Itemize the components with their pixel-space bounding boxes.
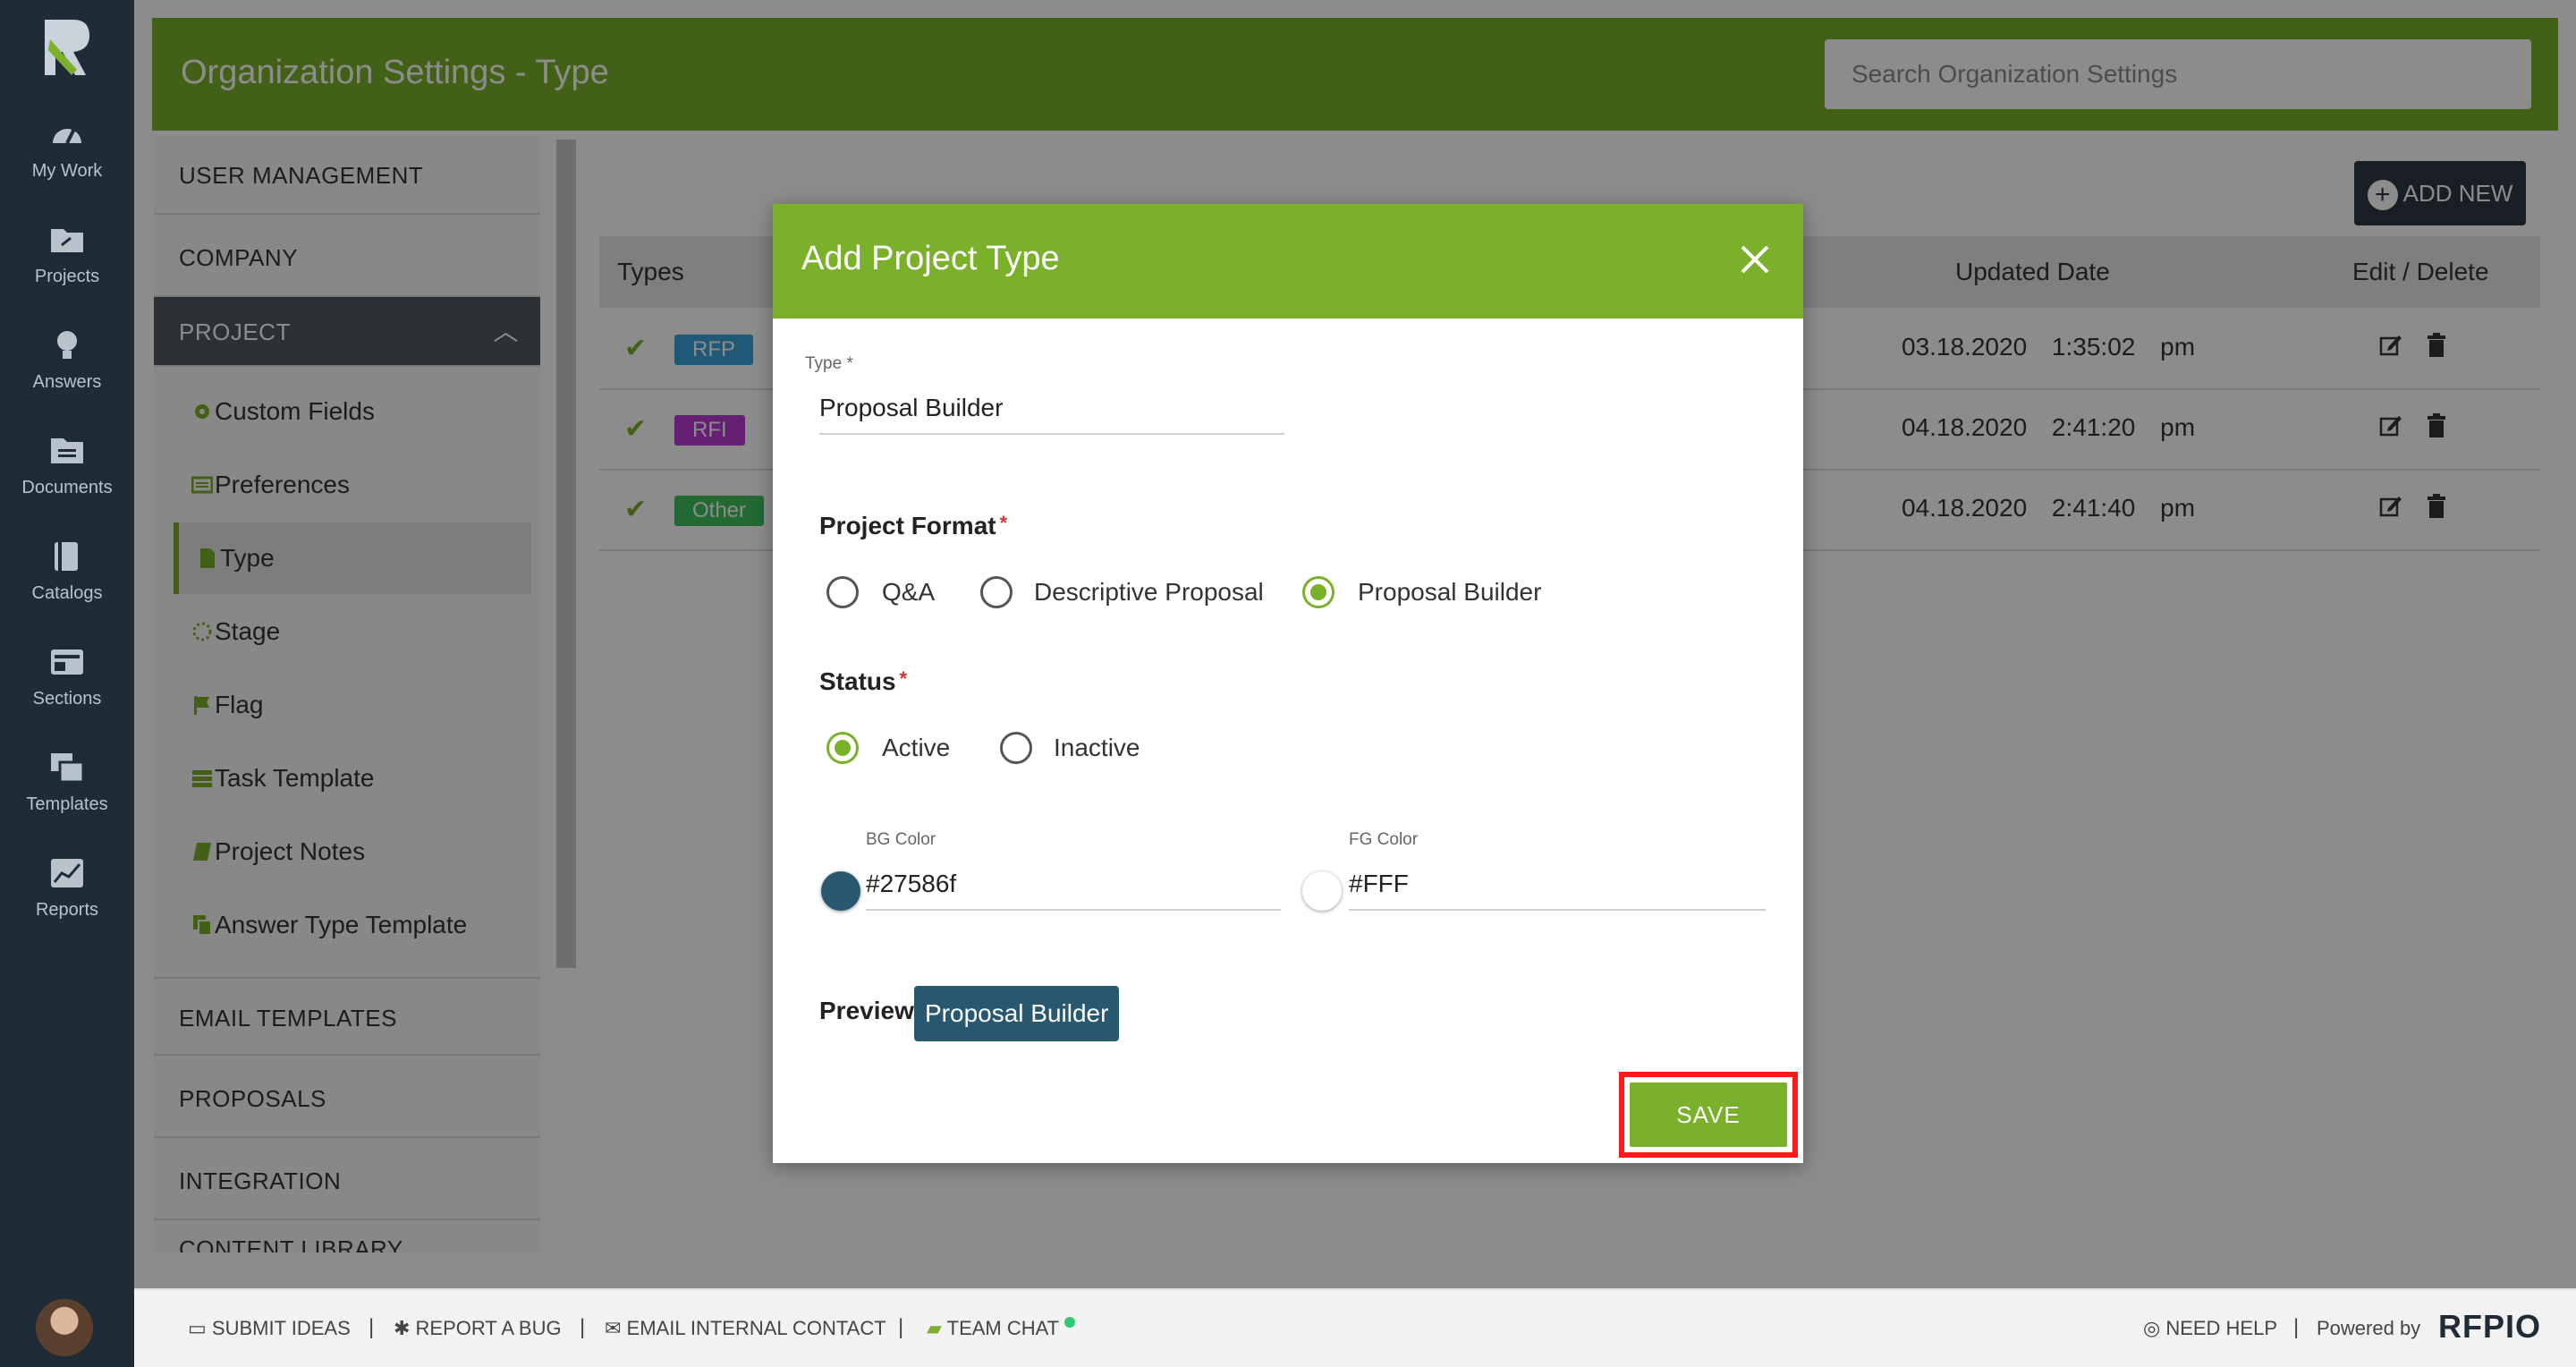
status-active-label[interactable]: Active [882, 734, 950, 762]
bug-icon: ✱ [394, 1317, 416, 1339]
email-contact-link[interactable]: ✉ EMAIL INTERNAL CONTACT [605, 1317, 886, 1340]
sections-icon [51, 650, 83, 675]
dialog-title: Add Project Type [801, 240, 1060, 277]
format-proposal-builder-label[interactable]: Proposal Builder [1358, 578, 1541, 607]
bg-color-input[interactable]: #27586f [866, 870, 956, 898]
nav-label: My Work [31, 161, 103, 181]
lifebuoy-icon: ◎ [2143, 1317, 2166, 1339]
format-descriptive-label[interactable]: Descriptive Proposal [1034, 578, 1264, 607]
footer-separator: | [898, 1315, 904, 1339]
nav-label: Projects [34, 267, 100, 286]
format-descriptive-radio[interactable] [980, 576, 1013, 608]
nav-documents[interactable]: Documents [0, 433, 134, 519]
footer-separator: | [369, 1315, 375, 1339]
format-qa-radio[interactable] [826, 576, 859, 608]
nav-sections[interactable]: Sections [0, 644, 134, 730]
footer-bar: ▭ SUBMIT IDEAS | ✱ REPORT A BUG | ✉ EMAI… [134, 1288, 2576, 1367]
footer-separator: | [2293, 1315, 2300, 1339]
fg-color-swatch[interactable] [1302, 871, 1342, 911]
bg-color-underline [866, 909, 1281, 911]
nav-my-work[interactable]: My Work [0, 116, 134, 202]
folder-icon [51, 229, 83, 252]
bg-color-label: BG Color [866, 830, 936, 849]
nav-reports[interactable]: Reports [0, 855, 134, 941]
brand-logo: RFPIO [2438, 1308, 2542, 1345]
need-help-link[interactable]: ◎ NEED HELP [2143, 1317, 2277, 1340]
online-dot-icon [1063, 1317, 1075, 1328]
preview-label: Preview: [819, 997, 923, 1024]
nav-label: Catalogs [31, 583, 103, 603]
dashboard-icon [53, 128, 81, 144]
nav-label: Sections [32, 689, 102, 709]
nav-label: Templates [26, 794, 108, 814]
left-nav-rail: My Work Projects Answers Documents Catal… [0, 0, 134, 1367]
user-avatar[interactable] [36, 1299, 93, 1356]
add-project-type-dialog: Add Project Type Type * Proposal Builder… [773, 204, 1803, 1163]
comment-icon: ▭ [188, 1317, 212, 1339]
chart-icon [51, 859, 83, 887]
submit-ideas-link[interactable]: ▭ SUBMIT IDEAS [188, 1317, 351, 1340]
status-active-radio[interactable] [826, 732, 859, 764]
type-input-underline [819, 433, 1284, 435]
format-qa-label[interactable]: Q&A [882, 578, 935, 607]
templates-icon [51, 753, 85, 784]
status-inactive-radio[interactable] [1000, 732, 1032, 764]
status-label: Status * [819, 667, 908, 695]
format-proposal-builder-radio[interactable] [1302, 576, 1335, 608]
dialog-header: Add Project Type [773, 204, 1803, 318]
nav-catalogs[interactable]: Catalogs [0, 539, 134, 624]
book-icon [55, 542, 78, 571]
fg-color-input[interactable]: #FFF [1349, 870, 1409, 898]
bg-color-swatch[interactable] [821, 871, 860, 911]
report-bug-link[interactable]: ✱ REPORT A BUG [394, 1317, 562, 1340]
app-logo-icon[interactable] [41, 16, 93, 81]
save-button[interactable]: SAVE [1630, 1083, 1787, 1147]
lightbulb-icon [57, 331, 77, 359]
fg-color-underline [1349, 909, 1766, 911]
nav-label: Answers [32, 372, 102, 392]
project-format-label: Project Format * [819, 512, 1008, 539]
status-inactive-label[interactable]: Inactive [1054, 734, 1140, 762]
type-field-label: Type * [805, 354, 853, 373]
nav-templates[interactable]: Templates [0, 750, 134, 836]
powered-by-text: Powered by [2317, 1317, 2421, 1339]
close-icon[interactable] [1739, 243, 1771, 276]
nav-label: Documents [21, 478, 113, 497]
nav-label: Reports [35, 900, 99, 920]
fg-color-label: FG Color [1349, 830, 1419, 849]
chat-icon: ▰ [927, 1317, 947, 1339]
nav-answers[interactable]: Answers [0, 327, 134, 413]
save-highlight-box: SAVE [1619, 1072, 1798, 1158]
envelope-icon: ✉ [605, 1317, 627, 1339]
type-input[interactable]: Proposal Builder [819, 394, 1003, 422]
team-chat-link[interactable]: ▰ TEAM CHAT [927, 1317, 1075, 1340]
preview-badge: Proposal Builder [914, 986, 1120, 1041]
documents-icon [51, 438, 83, 463]
footer-separator: | [580, 1315, 586, 1339]
nav-projects[interactable]: Projects [0, 222, 134, 308]
